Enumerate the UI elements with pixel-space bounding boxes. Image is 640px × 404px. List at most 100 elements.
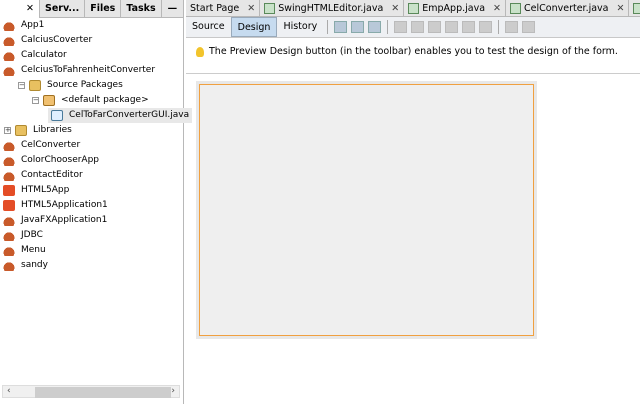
align-bottom-icon[interactable] <box>462 21 476 33</box>
editor-tab[interactable]: Start Page ✕ <box>186 0 261 16</box>
editor-tabs: Start Page ✕ SwingHTMLEditor.java ✕ EmpApp.j… <box>186 0 640 17</box>
close-tab-icon[interactable]: ✕ <box>493 0 501 16</box>
tree-item-label: CalciusCoverter <box>21 35 93 45</box>
coffee-cup-icon <box>3 140 15 151</box>
tree-item-label: sandy <box>21 260 48 270</box>
tab-projects[interactable]: ✕ <box>0 0 40 18</box>
java-form-icon <box>51 110 63 121</box>
hint-text: The Preview Design button (in the toolba… <box>209 46 618 57</box>
tree-item-label: JavaFXApplication1 <box>21 215 108 225</box>
tree-item-label: App1 <box>21 20 45 30</box>
scroll-left-icon[interactable]: ‹ <box>7 386 11 397</box>
coffee-cup-icon <box>3 65 15 76</box>
history-view-button[interactable]: History <box>277 17 323 37</box>
tree-item[interactable]: JavaFXApplication1 <box>3 213 107 228</box>
divider <box>498 20 500 34</box>
expand-icon[interactable]: + <box>4 127 11 134</box>
html5-icon <box>3 185 15 196</box>
editor-tab[interactable]: EmpApp.java ✕ <box>404 0 507 16</box>
close-tab-icon[interactable]: ✕ <box>391 0 399 16</box>
editor-tab-label: Start Page <box>190 3 240 14</box>
tree-item[interactable]: − <default package> <box>32 93 149 108</box>
tree-item[interactable]: − Source Packages <box>18 78 123 93</box>
editor-tab[interactable]: SwingHTMLEditor.java ✕ <box>260 0 405 16</box>
tree-item-label: JDBC <box>21 230 43 240</box>
tree-item[interactable]: CalciusCoverter <box>3 33 92 48</box>
align-top-icon[interactable] <box>445 21 459 33</box>
tree-item-label: <default package> <box>61 95 149 105</box>
tree-item[interactable]: + Libraries <box>4 123 72 138</box>
coffee-cup-icon <box>3 20 15 31</box>
tree-item-label: HTML5Application1 <box>21 200 108 210</box>
collapse-icon[interactable]: − <box>18 82 25 89</box>
tree-item-label: ColorChooserApp <box>21 155 100 165</box>
design-hint: The Preview Design button (in the toolba… <box>196 46 618 57</box>
tab-services[interactable]: Serv... <box>40 0 86 18</box>
tree-item-label: CelConverter <box>21 140 81 150</box>
selection-mode-icon[interactable] <box>334 21 348 33</box>
editor-tab-label: CelConverter.java <box>524 3 609 14</box>
tree-item[interactable]: ContactEditor <box>3 168 83 183</box>
html5-icon <box>3 200 15 211</box>
design-toolbar: Source Design History <box>186 17 640 38</box>
folder-icon <box>29 80 41 91</box>
horizontal-resize-icon[interactable] <box>505 21 519 33</box>
tree-item-label: Menu <box>21 245 46 255</box>
center-horizontal-icon[interactable] <box>428 21 442 33</box>
tree-item[interactable]: CelConverter <box>3 138 80 153</box>
java-file-icon <box>633 3 640 14</box>
scroll-right-icon[interactable]: › <box>171 386 175 397</box>
connection-mode-icon[interactable] <box>351 21 365 33</box>
tree-item[interactable]: Menu <box>3 243 46 258</box>
tree-item[interactable]: HTML5Application1 <box>3 198 108 213</box>
vertical-resize-icon[interactable] <box>522 21 536 33</box>
tree-item[interactable]: HTML5App <box>3 183 69 198</box>
align-right-icon[interactable] <box>411 21 425 33</box>
scrollbar-thumb[interactable] <box>35 387 171 398</box>
source-view-button[interactable]: Source <box>186 17 231 37</box>
projects-panel: ✕ Serv... Files Tasks — App1 CalciusCover… <box>0 0 193 404</box>
coffee-cup-icon <box>3 35 15 46</box>
coffee-cup-icon <box>3 50 15 61</box>
align-left-icon[interactable] <box>394 21 408 33</box>
tree-item-label: Libraries <box>33 125 72 135</box>
java-file-icon <box>408 3 420 14</box>
editor-tab[interactable]: CelConverter.java ✕ <box>506 0 630 16</box>
tree-item-label: Source Packages <box>47 80 123 90</box>
divider <box>186 73 640 74</box>
tree-item[interactable]: ColorChooserApp <box>3 153 99 168</box>
minimize-button[interactable]: — <box>162 0 183 18</box>
close-tab-icon[interactable]: ✕ <box>617 0 625 16</box>
tab-tasks[interactable]: Tasks <box>121 0 162 18</box>
center-vertical-icon[interactable] <box>479 21 493 33</box>
preview-design-icon[interactable] <box>368 21 382 33</box>
collapse-icon[interactable]: − <box>32 97 39 104</box>
tree-item-label: Calculator <box>21 50 67 60</box>
editor-tab[interactable]: Celci <box>629 0 640 16</box>
tree-item[interactable]: CelciusToFahrenheitConverter <box>3 63 155 78</box>
tree-item-label: CelciusToFahrenheitConverter <box>21 65 156 75</box>
coffee-cup-icon <box>3 170 15 181</box>
coffee-cup-icon <box>3 245 15 256</box>
coffee-cup-icon <box>3 230 15 241</box>
editor-tab-label: EmpApp.java <box>422 3 486 14</box>
java-file-icon <box>264 3 276 14</box>
form-design-canvas[interactable] <box>199 84 534 336</box>
coffee-cup-icon <box>3 155 15 166</box>
design-view-button[interactable]: Design <box>230 17 278 37</box>
close-icon[interactable]: ✕ <box>26 3 34 14</box>
tab-files[interactable]: Files <box>85 0 122 18</box>
tree-item[interactable]: sandy <box>3 258 48 273</box>
folder-icon <box>15 125 27 136</box>
tree-item[interactable]: JDBC <box>3 228 43 243</box>
editor-area: Start Page ✕ SwingHTMLEditor.java ✕ EmpApp.j… <box>186 0 640 404</box>
horizontal-scrollbar[interactable]: ‹ › <box>2 385 180 398</box>
tree-item[interactable]: Calculator <box>3 48 67 63</box>
tree-item[interactable]: App1 <box>3 18 44 33</box>
divider <box>327 20 329 34</box>
java-file-icon <box>510 3 522 14</box>
lightbulb-icon <box>196 46 204 57</box>
close-tab-icon[interactable]: ✕ <box>247 0 255 16</box>
tree-item[interactable]: CelToFarConverterGUI.java <box>48 108 193 123</box>
form-frame <box>196 81 537 339</box>
